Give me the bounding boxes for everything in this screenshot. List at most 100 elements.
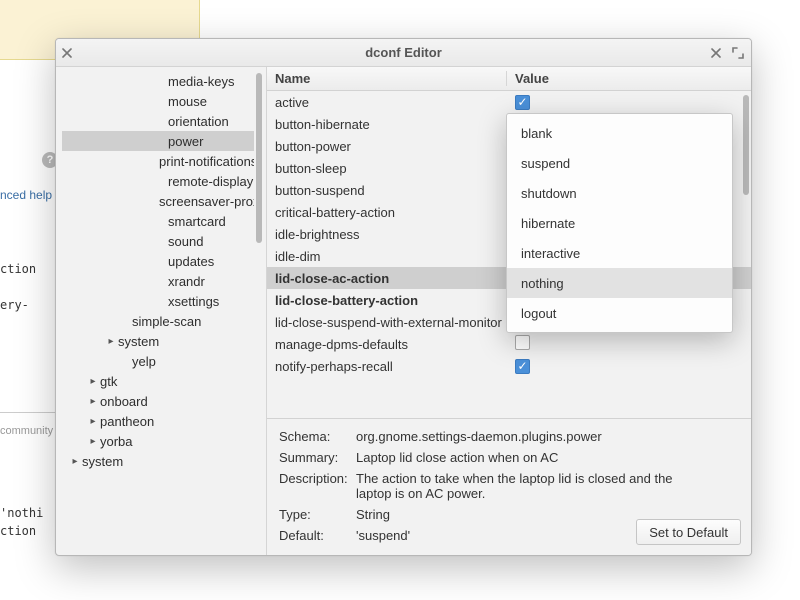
- tree-item-power[interactable]: ▸power: [62, 131, 254, 151]
- close-button-right[interactable]: [705, 42, 727, 64]
- tree-item-label: gtk: [100, 374, 117, 389]
- table-scrollbar-thumb[interactable]: [743, 95, 749, 195]
- expand-icon[interactable]: ▸: [68, 456, 82, 467]
- checkbox[interactable]: ✓: [515, 95, 530, 110]
- tree-item-onboard[interactable]: ▸onboard: [62, 391, 254, 411]
- tree-item-label: system: [118, 334, 159, 349]
- dropdown-option-nothing[interactable]: nothing: [507, 268, 732, 298]
- setting-value[interactable]: [507, 335, 751, 353]
- bg-mono-3: 'nothi: [0, 506, 43, 520]
- setting-row-notify-perhaps-recall[interactable]: notify-perhaps-recall ✓: [267, 355, 751, 377]
- bg-advanced-help-link[interactable]: nced help »: [0, 188, 62, 202]
- tree-item-label: yorba: [100, 434, 133, 449]
- expand-icon[interactable]: ▸: [86, 396, 100, 407]
- setting-value[interactable]: ✓: [507, 358, 751, 374]
- expand-icon[interactable]: ▸: [86, 416, 100, 427]
- tree-item-media-keys[interactable]: ▸media-keys: [62, 71, 254, 91]
- tree-item-remote-display[interactable]: ▸remote-display: [62, 171, 254, 191]
- type-label: Type:: [279, 505, 354, 524]
- column-header-name[interactable]: Name: [267, 71, 507, 86]
- setting-value[interactable]: ✓: [507, 94, 751, 110]
- set-to-default-button[interactable]: Set to Default: [636, 519, 741, 545]
- schema-value: org.gnome.settings-daemon.plugins.power: [356, 427, 716, 446]
- setting-row-active[interactable]: active✓: [267, 91, 751, 113]
- summary-value: Laptop lid close action when on AC: [356, 448, 716, 467]
- right-pane: Name Value active✓ button-hibernate button…: [266, 67, 751, 555]
- tree-item-label: xrandr: [168, 274, 205, 289]
- maximize-button[interactable]: [727, 42, 749, 64]
- setting-name: notify-perhaps-recall: [267, 359, 507, 374]
- tree-item-label: screensaver-proxy: [159, 194, 254, 209]
- expand-icon[interactable]: ▸: [86, 436, 100, 447]
- dropdown-option-hibernate[interactable]: hibernate: [507, 208, 732, 238]
- tree-item-updates[interactable]: ▸updates: [62, 251, 254, 271]
- bg-divider: [0, 412, 55, 413]
- tree-item-yorba[interactable]: ▸yorba: [62, 431, 254, 451]
- tree-item-label: yelp: [132, 354, 156, 369]
- titlebar[interactable]: dconf Editor: [56, 39, 751, 67]
- tree-scrollbar[interactable]: [254, 69, 264, 553]
- tree-item-label: pantheon: [100, 414, 154, 429]
- tree-item-label: orientation: [168, 114, 229, 129]
- description-value: The action to take when the laptop lid i…: [356, 469, 716, 503]
- tree-item-gtk[interactable]: ▸gtk: [62, 371, 254, 391]
- checkbox[interactable]: ✓: [515, 359, 530, 374]
- dropdown-option-suspend[interactable]: suspend: [507, 148, 732, 178]
- tree-item-print-notifications[interactable]: ▸print-notifications: [62, 151, 254, 171]
- setting-name: manage-dpms-defaults: [267, 337, 507, 352]
- tree-item-label: onboard: [100, 394, 148, 409]
- checkbox[interactable]: [515, 335, 530, 350]
- tree-item-simple-scan[interactable]: ▸simple-scan: [62, 311, 254, 331]
- setting-name: idle-brightness: [267, 227, 507, 242]
- tree-item-xrandr[interactable]: ▸xrandr: [62, 271, 254, 291]
- setting-name: button-hibernate: [267, 117, 507, 132]
- tree-scrollbar-thumb[interactable]: [256, 73, 262, 243]
- tree-item-label: xsettings: [168, 294, 219, 309]
- tree-item-label: simple-scan: [132, 314, 201, 329]
- value-dropdown[interactable]: blanksuspendshutdownhibernateinteractive…: [506, 113, 733, 333]
- tree-item-xsettings[interactable]: ▸xsettings: [62, 291, 254, 311]
- tree-item-label: print-notifications: [159, 154, 254, 169]
- tree-item-mouse[interactable]: ▸mouse: [62, 91, 254, 111]
- setting-name: button-power: [267, 139, 507, 154]
- bg-mono-2: ery-: [0, 298, 29, 312]
- tree-item-pantheon[interactable]: ▸pantheon: [62, 411, 254, 431]
- table-header: Name Value: [267, 67, 751, 91]
- tree-item-yelp[interactable]: ▸yelp: [62, 351, 254, 371]
- tree-item-smartcard[interactable]: ▸smartcard: [62, 211, 254, 231]
- table-body: active✓ button-hibernate button-power butto…: [267, 91, 751, 418]
- bg-mono-4: ction: [0, 524, 36, 538]
- tree-item-orientation[interactable]: ▸orientation: [62, 111, 254, 131]
- setting-name: idle-dim: [267, 249, 507, 264]
- close-button-left[interactable]: [56, 42, 78, 64]
- schema-tree[interactable]: ▸media-keys▸mouse▸orientation▸power▸prin…: [62, 69, 254, 553]
- bg-community-text: community: [0, 425, 53, 437]
- tree-panel: ▸media-keys▸mouse▸orientation▸power▸prin…: [56, 67, 266, 555]
- setting-name: critical-battery-action: [267, 205, 507, 220]
- setting-name: button-suspend: [267, 183, 507, 198]
- summary-label: Summary:: [279, 448, 354, 467]
- setting-name: lid-close-battery-action: [267, 293, 507, 308]
- setting-row-manage-dpms-defaults[interactable]: manage-dpms-defaults: [267, 333, 751, 355]
- default-label: Default:: [279, 526, 354, 545]
- expand-icon[interactable]: ▸: [104, 336, 118, 347]
- tree-item-screensaver-proxy[interactable]: ▸screensaver-proxy: [62, 191, 254, 211]
- tree-item-label: system: [82, 454, 123, 469]
- details-pane: Schema: org.gnome.settings-daemon.plugin…: [267, 418, 751, 555]
- tree-item-label: remote-display: [168, 174, 253, 189]
- dropdown-option-shutdown[interactable]: shutdown: [507, 178, 732, 208]
- tree-item-system[interactable]: ▸system: [62, 451, 254, 471]
- dropdown-option-interactive[interactable]: interactive: [507, 238, 732, 268]
- expand-icon[interactable]: ▸: [86, 376, 100, 387]
- description-label: Description:: [279, 469, 354, 503]
- bg-mono-1: ction: [0, 262, 36, 276]
- dropdown-option-logout[interactable]: logout: [507, 298, 732, 328]
- setting-name: lid-close-ac-action: [267, 271, 507, 286]
- tree-item-system[interactable]: ▸system: [62, 331, 254, 351]
- tree-item-label: smartcard: [168, 214, 226, 229]
- dropdown-option-blank[interactable]: blank: [507, 118, 732, 148]
- tree-item-sound[interactable]: ▸sound: [62, 231, 254, 251]
- window-content: ▸media-keys▸mouse▸orientation▸power▸prin…: [56, 67, 751, 555]
- dconf-editor-window: dconf Editor ▸media-keys▸mouse▸orientati…: [55, 38, 752, 556]
- column-header-value[interactable]: Value: [507, 71, 751, 86]
